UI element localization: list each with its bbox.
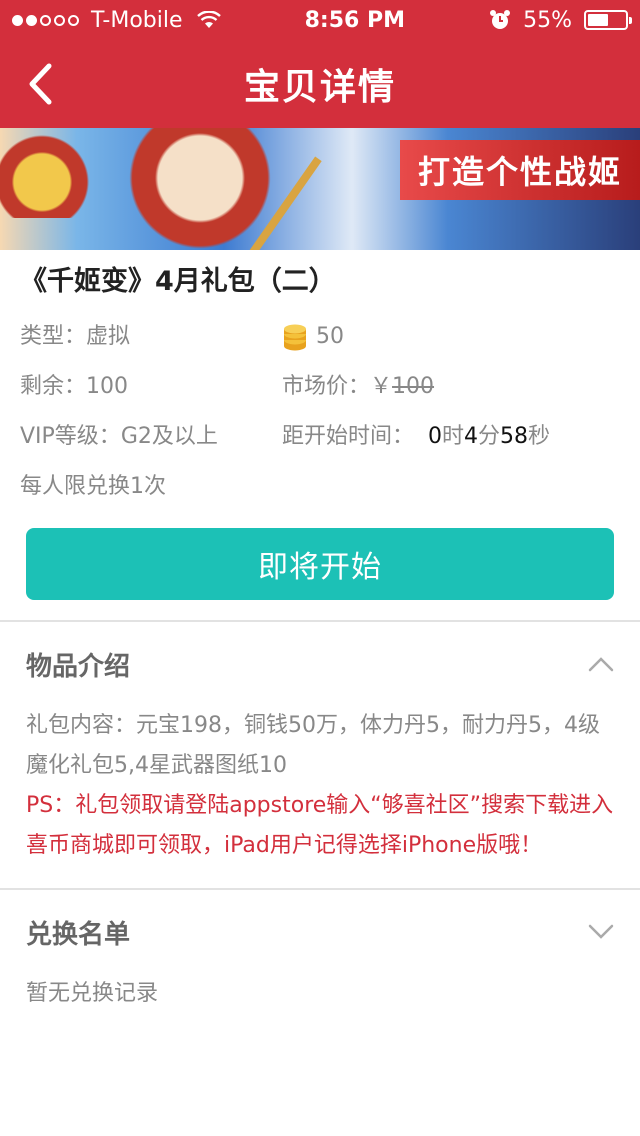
intro-section-title: 物品介绍: [26, 651, 131, 682]
battery-icon: [584, 10, 632, 30]
battery-fill: [588, 14, 608, 26]
redeem-section-title: 兑换名单: [26, 919, 131, 950]
market-price-label: 市场价：: [282, 374, 371, 399]
action-area: 即将开始: [0, 512, 640, 620]
redeem-section-header[interactable]: 兑换名单: [0, 890, 640, 974]
banner-art-character: [120, 128, 320, 250]
redeem-section: 兑换名单 暂无兑换记录: [0, 890, 640, 1014]
remaining-label: 剩余：: [20, 374, 87, 399]
banner-slogan: 打造个性战姬: [399, 140, 640, 200]
vip-value: G2及以上: [120, 424, 218, 449]
nav-bar: 宝贝详情: [0, 40, 640, 128]
status-bar: T-Mobile 8:56 PM 55%: [0, 0, 640, 40]
intro-content: 礼包内容：元宝198，铜钱50万，体力丹5，耐力丹5，4级魔化礼包5,4星武器图…: [26, 713, 600, 778]
type-value: 虚拟: [86, 324, 131, 349]
countdown-label: 距开始时间：: [282, 424, 415, 449]
coming-soon-button[interactable]: 即将开始: [26, 528, 614, 600]
page-title: 宝贝详情: [243, 67, 396, 108]
intro-note: PS：礼包领取请登陆appstore输入“够喜社区”搜索下载进入喜币商城即可领取…: [26, 793, 614, 858]
countdown-row: 距开始时间： 0 时 4 分 58 秒: [282, 412, 620, 462]
countdown-minutes-unit: 分: [478, 424, 501, 449]
market-price-row: 市场价： ￥ 100: [282, 362, 620, 412]
remaining-row: 剩余： 100: [20, 362, 282, 412]
carrier-label: T-Mobile: [91, 7, 183, 33]
coin-price-row: 50: [282, 312, 620, 362]
vip-label: VIP等级：: [20, 424, 121, 449]
redeem-empty-text: 暂无兑换记录: [26, 981, 159, 1006]
market-price-value: 100: [392, 374, 435, 399]
signal-dots-icon: [12, 14, 79, 26]
intro-section-body: 礼包内容：元宝198，铜钱50万，体力丹5，耐力丹5，4级魔化礼包5,4星武器图…: [0, 706, 640, 888]
battery-percent: 55%: [523, 7, 572, 33]
alarm-icon: [489, 9, 511, 31]
coin-price-value: 50: [316, 324, 344, 349]
limit-text: 每人限兑换1次: [20, 474, 166, 499]
limit-row: 每人限兑换1次: [20, 462, 620, 512]
countdown-minutes: 4: [464, 424, 479, 449]
remaining-value: 100: [86, 374, 129, 399]
type-row: 类型： 虚拟: [20, 312, 282, 362]
back-arrow-icon: [27, 63, 53, 105]
back-button[interactable]: [16, 60, 64, 108]
product-title: 《千姬变》4月礼包（二）: [20, 266, 336, 297]
countdown-hours: 0: [428, 424, 443, 449]
intro-section-header[interactable]: 物品介绍: [0, 622, 640, 706]
product-banner: 打造个性战姬: [0, 128, 640, 250]
vip-row: VIP等级： G2及以上: [20, 412, 282, 462]
product-info: 《千姬变》4月礼包（二） 类型： 虚拟 50 剩余： 100 市场价： ￥ 10…: [0, 266, 640, 512]
market-currency: ￥: [370, 374, 393, 399]
intro-section: 物品介绍 礼包内容：元宝198，铜钱50万，体力丹5，耐力丹5，4级魔化礼包5,…: [0, 622, 640, 888]
countdown-hours-unit: 时: [442, 424, 465, 449]
coin-stack-icon: [282, 324, 308, 351]
chevron-up-icon: [588, 656, 614, 672]
type-label: 类型：: [20, 324, 87, 349]
status-time: 8:56 PM: [304, 7, 406, 33]
chevron-down-icon: [588, 924, 614, 940]
top-bar: T-Mobile 8:56 PM 55% 宝贝详情: [0, 0, 640, 128]
wifi-icon: [196, 11, 221, 29]
countdown-seconds-unit: 秒: [528, 424, 551, 449]
banner-art-left: [0, 128, 140, 218]
countdown-seconds: 58: [500, 424, 529, 449]
